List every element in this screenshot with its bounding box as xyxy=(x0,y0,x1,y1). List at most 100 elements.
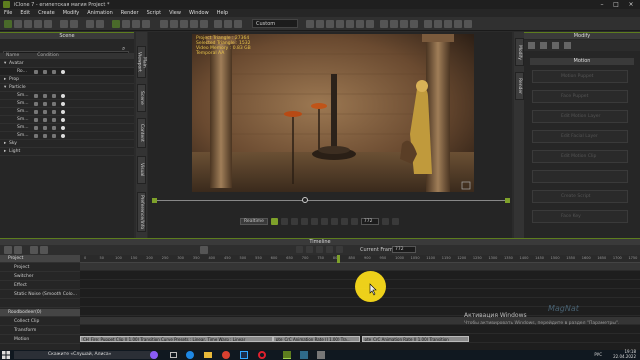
zoom-icon[interactable] xyxy=(190,20,198,28)
slider-end-handle[interactable] xyxy=(505,198,510,203)
maximize-button[interactable]: □ xyxy=(609,1,623,8)
tab-preference-info[interactable]: Preference/Info xyxy=(137,192,146,232)
menu-create[interactable]: Create xyxy=(38,10,55,16)
timeline-track[interactable]: Motion xyxy=(0,336,80,344)
record-icon[interactable] xyxy=(340,218,348,225)
menu-modify[interactable]: Modify xyxy=(63,10,80,16)
settings-icon[interactable] xyxy=(381,218,389,225)
lock-icon[interactable] xyxy=(43,126,47,130)
lock-icon[interactable] xyxy=(43,110,47,114)
material-tab-icon[interactable] xyxy=(552,42,559,49)
column-name[interactable]: Name xyxy=(6,53,19,59)
timeline-sync-icon[interactable] xyxy=(40,246,48,254)
visibility-icon[interactable] xyxy=(34,134,38,138)
scale-icon[interactable] xyxy=(142,20,150,28)
dot-icon[interactable] xyxy=(61,134,65,138)
scene-tree-row[interactable]: Ro... xyxy=(0,68,134,76)
timeline-zoom-icon[interactable] xyxy=(200,246,208,254)
timeline-track[interactable]: Collect Clip xyxy=(0,318,80,326)
tl-go-end-icon[interactable] xyxy=(336,246,343,253)
motion-clip[interactable]: CH_Fire: Puppet Clip (I 1.00) Transition… xyxy=(80,336,273,342)
menu-edit[interactable]: Edit xyxy=(20,10,30,16)
edit-icon[interactable] xyxy=(52,110,56,114)
scene-tree-row[interactable]: ▾ Avatar xyxy=(0,60,134,68)
tl-prev-icon[interactable] xyxy=(306,246,313,253)
app-taskbar-icon[interactable] xyxy=(300,351,308,359)
scene-tree-row[interactable]: Sm... xyxy=(0,100,134,108)
lod-icon[interactable] xyxy=(326,20,334,28)
lock-icon[interactable] xyxy=(43,118,47,122)
tl-go-start-icon[interactable] xyxy=(296,246,303,253)
tab-modify[interactable]: Modify xyxy=(515,38,524,66)
menu-file[interactable]: File xyxy=(4,10,12,16)
visibility-icon[interactable] xyxy=(34,110,38,114)
current-frame-input[interactable]: 772 xyxy=(392,246,416,253)
render-icon[interactable] xyxy=(306,20,314,28)
fit-icon[interactable] xyxy=(200,20,208,28)
dot-icon[interactable] xyxy=(61,102,65,106)
modify-button[interactable]: Edit Facial Layer xyxy=(532,130,628,143)
scene-tree-row[interactable]: Sm... xyxy=(0,108,134,116)
windows-start-icon[interactable] xyxy=(2,351,10,359)
xray-icon[interactable] xyxy=(390,20,398,28)
timeline-track[interactable] xyxy=(0,300,80,308)
timeline-filter-icon[interactable] xyxy=(4,246,12,254)
timeline-track[interactable]: Project xyxy=(0,255,80,263)
go-end-icon[interactable] xyxy=(320,218,328,225)
loop-icon[interactable] xyxy=(330,218,338,225)
column-condition[interactable]: Condition xyxy=(37,53,58,59)
mark-icon[interactable] xyxy=(350,218,358,225)
menu-script[interactable]: Script xyxy=(147,10,162,16)
iclone-taskbar-icon[interactable] xyxy=(283,351,291,359)
dot-icon[interactable] xyxy=(61,118,65,122)
gizmo-icon[interactable] xyxy=(400,20,408,28)
scene-tree-row[interactable]: ▸ Prop xyxy=(0,76,134,84)
motion-clip[interactable]: pte_CrC Animation Rate (I 1.00) Transiti… xyxy=(361,336,469,342)
stereo-icon[interactable] xyxy=(356,20,364,28)
open-icon[interactable] xyxy=(14,20,22,28)
slider-start-handle[interactable] xyxy=(152,198,157,203)
timeline-playhead[interactable] xyxy=(337,255,340,263)
edit-icon[interactable] xyxy=(52,126,56,130)
new-project-icon[interactable] xyxy=(4,20,12,28)
photoshop-icon[interactable] xyxy=(240,351,248,359)
minimize-button[interactable]: – xyxy=(595,1,609,8)
chrome-icon[interactable] xyxy=(222,351,230,359)
stop-icon[interactable] xyxy=(280,218,288,225)
task-view-icon[interactable] xyxy=(170,352,177,358)
language-indicator[interactable]: РУС xyxy=(594,352,602,358)
import-icon[interactable] xyxy=(34,20,42,28)
visibility-icon[interactable] xyxy=(34,126,38,130)
visibility-icon[interactable] xyxy=(34,70,38,74)
menu-render[interactable]: Render xyxy=(121,10,139,16)
snap-icon[interactable] xyxy=(410,20,418,28)
pan-icon[interactable] xyxy=(170,20,178,28)
edit-icon[interactable] xyxy=(52,94,56,98)
timeline-toggle-icon[interactable] xyxy=(391,218,399,225)
timeline-track[interactable]: Effect xyxy=(0,282,80,290)
lock-icon[interactable] xyxy=(43,70,47,74)
main-viewport[interactable]: Project Triangle : 27364 Selected Triang… xyxy=(192,34,474,192)
3dxchange-icon[interactable] xyxy=(464,20,472,28)
preview-icon[interactable] xyxy=(336,20,344,28)
export-icon[interactable] xyxy=(44,20,52,28)
scene-tree-row[interactable]: ▸ Light xyxy=(0,148,134,156)
explorer-icon[interactable] xyxy=(204,352,212,358)
modify-button[interactable]: Create Script xyxy=(532,190,628,203)
wireframe-icon[interactable] xyxy=(380,20,388,28)
plugin-icon[interactable] xyxy=(444,20,452,28)
tab-scene[interactable]: Scene xyxy=(137,84,146,112)
taskbar-search-box[interactable]: Скажите «Слушай, Алиса» xyxy=(14,351,156,359)
edit-icon[interactable] xyxy=(52,118,56,122)
pause-icon[interactable] xyxy=(270,218,278,225)
orbit-icon[interactable] xyxy=(180,20,188,28)
select-icon[interactable] xyxy=(112,20,120,28)
mocap-icon[interactable] xyxy=(424,20,432,28)
hud-icon[interactable] xyxy=(366,20,374,28)
scene-tree-row[interactable]: Sm... xyxy=(0,124,134,132)
tl-next-icon[interactable] xyxy=(326,246,333,253)
viewport-timeline-slider[interactable] xyxy=(156,200,506,201)
smooth-icon[interactable] xyxy=(346,20,354,28)
next-frame-icon[interactable] xyxy=(310,218,318,225)
timeline-lane[interactable] xyxy=(80,263,640,271)
